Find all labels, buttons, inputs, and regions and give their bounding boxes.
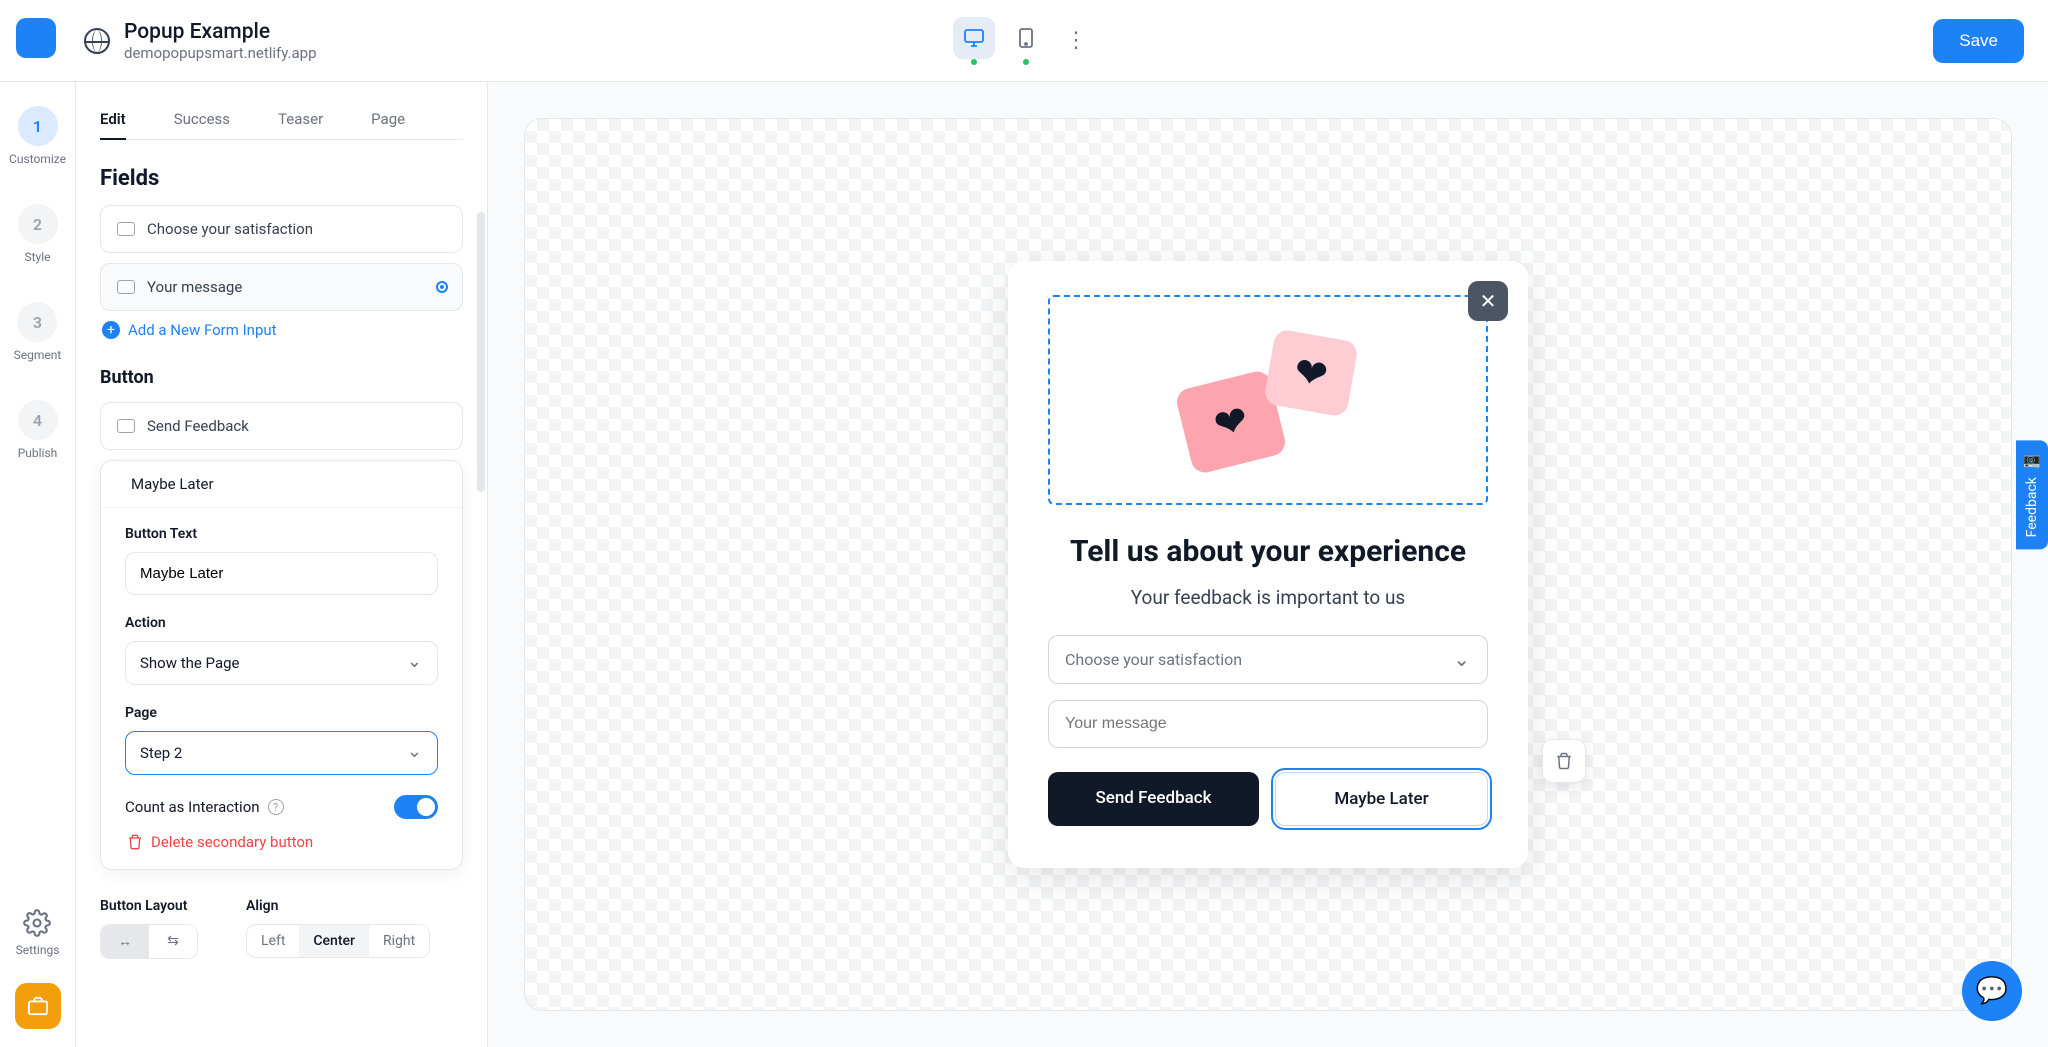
close-icon: ✕ <box>1480 289 1497 313</box>
align-right-button[interactable]: Right <box>369 925 429 957</box>
action-label: Action <box>125 615 438 631</box>
tab-page[interactable]: Page <box>371 100 405 139</box>
button-layout-label: Button Layout <box>100 898 198 914</box>
step-number: 3 <box>17 302 57 342</box>
add-form-input-label: Add a New Form Input <box>128 321 277 339</box>
chat-icon: 💬 <box>1976 976 2008 1006</box>
feedback-tab[interactable]: Feedback 📷 <box>2016 440 2048 549</box>
field-icon <box>117 222 135 236</box>
align-center-button[interactable]: Center <box>299 925 369 957</box>
preview-stage: ✕ ❤ ❤ Tell us about your experience Your… <box>524 118 2012 1011</box>
mobile-enabled-dot <box>1023 59 1029 65</box>
field-icon <box>117 280 135 294</box>
button-text-label: Button Text <box>125 526 438 542</box>
arrows-split-icon: ⇆ <box>163 933 183 949</box>
popup-message-input[interactable] <box>1048 700 1488 748</box>
briefcase-button[interactable] <box>15 983 61 1029</box>
count-interaction-label: Count as Interaction <box>125 798 260 816</box>
align-label: Align <box>246 898 430 914</box>
arrows-horizontal-icon: ↔ <box>115 933 135 950</box>
desktop-enabled-dot <box>971 59 977 65</box>
globe-icon <box>84 28 110 54</box>
step-number: 1 <box>18 106 58 146</box>
layout-vertical-button[interactable]: ⇆ <box>149 925 197 958</box>
button-label: Maybe Later <box>131 475 214 493</box>
step-segment[interactable]: 3 Segment <box>14 302 62 362</box>
settings-button[interactable]: Settings <box>16 909 60 957</box>
popup-preview: ✕ ❤ ❤ Tell us about your experience Your… <box>1008 261 1528 869</box>
step-publish[interactable]: 4 Publish <box>18 400 58 460</box>
step-number: 2 <box>18 204 58 244</box>
step-customize[interactable]: 1 Customize <box>9 106 66 166</box>
field-message[interactable]: Your message <box>100 263 463 311</box>
mobile-icon <box>1019 28 1033 48</box>
add-form-input-link[interactable]: + Add a New Form Input <box>102 321 463 339</box>
page-label: Page <box>125 705 438 721</box>
popup-satisfaction-select[interactable]: Choose your satisfaction <box>1048 635 1488 684</box>
layout-horizontal-button[interactable]: ↔ <box>101 925 149 958</box>
align-left-button[interactable]: Left <box>247 925 299 957</box>
trash-icon <box>1555 752 1573 770</box>
popup-heading[interactable]: Tell us about your experience <box>1048 533 1488 571</box>
field-label: Choose your satisfaction <box>147 220 313 238</box>
step-label: Publish <box>18 446 58 460</box>
page-select[interactable]: Step 2 <box>125 731 438 775</box>
button-heading: Button <box>100 367 463 388</box>
fields-heading: Fields <box>100 166 463 191</box>
action-select[interactable]: Show the Page <box>125 641 438 685</box>
desktop-icon <box>964 29 984 47</box>
field-satisfaction[interactable]: Choose your satisfaction <box>100 205 463 253</box>
device-menu-button[interactable]: ⋮ <box>1057 28 1095 53</box>
step-label: Segment <box>14 348 62 362</box>
tab-edit[interactable]: Edit <box>100 100 126 140</box>
tab-teaser[interactable]: Teaser <box>278 100 323 139</box>
device-desktop-button[interactable] <box>953 17 995 59</box>
popup-close-button[interactable]: ✕ <box>1468 281 1508 321</box>
selected-indicator-icon <box>436 281 448 293</box>
help-icon[interactable]: ? <box>268 799 284 815</box>
button-secondary-row[interactable]: Maybe Later <box>101 461 462 508</box>
button-text-input[interactable] <box>125 552 438 595</box>
step-style[interactable]: 2 Style <box>18 204 58 264</box>
chat-fab[interactable]: 💬 <box>1962 961 2022 1021</box>
count-interaction-toggle[interactable] <box>394 795 438 819</box>
popup-image-slot[interactable]: ❤ ❤ <box>1048 295 1488 505</box>
button-label: Send Feedback <box>147 417 249 435</box>
page-title: Popup Example <box>124 20 317 44</box>
step-label: Customize <box>9 152 66 166</box>
field-label: Your message <box>147 278 242 296</box>
app-logo <box>16 18 56 58</box>
element-delete-button[interactable] <box>1542 739 1586 783</box>
popup-primary-button[interactable]: Send Feedback <box>1048 772 1259 826</box>
settings-label: Settings <box>16 943 60 957</box>
delete-secondary-button[interactable]: Delete secondary button <box>127 833 438 851</box>
panel-scrollbar[interactable] <box>477 212 485 492</box>
gear-icon <box>23 909 51 937</box>
popup-secondary-button[interactable]: Maybe Later <box>1275 772 1488 826</box>
device-mobile-button[interactable] <box>1005 17 1047 59</box>
hearts-illustration: ❤ ❤ <box>1183 335 1353 465</box>
save-button[interactable]: Save <box>1933 19 2024 63</box>
feedback-tab-label: Feedback <box>2024 477 2040 537</box>
button-icon <box>117 419 135 433</box>
plus-icon: + <box>102 321 120 339</box>
button-secondary-card: Maybe Later Button Text Action Show the … <box>100 460 463 870</box>
heart-icon: ❤ <box>1263 328 1359 417</box>
trash-icon <box>127 834 143 850</box>
popup-subheading[interactable]: Your feedback is important to us <box>1048 586 1488 609</box>
camera-icon: 📷 <box>2024 452 2040 469</box>
step-number: 4 <box>18 400 58 440</box>
tab-success[interactable]: Success <box>174 100 230 139</box>
button-primary-row[interactable]: Send Feedback <box>100 402 463 450</box>
briefcase-icon <box>27 996 49 1016</box>
delete-secondary-label: Delete secondary button <box>151 833 313 851</box>
step-label: Style <box>24 250 50 264</box>
page-subtitle: demopopupsmart.netlify.app <box>124 44 317 62</box>
